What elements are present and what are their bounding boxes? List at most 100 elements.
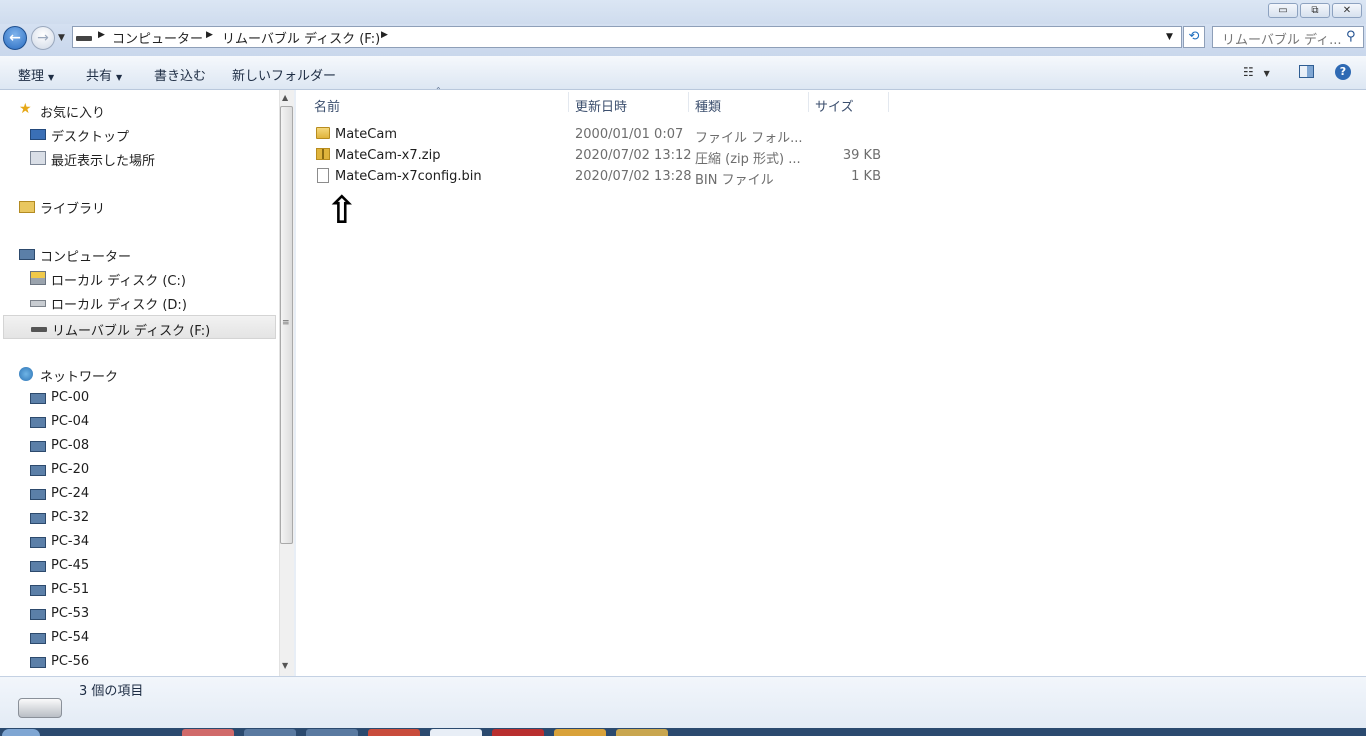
- star-icon: ★: [19, 101, 32, 117]
- nav-favorites[interactable]: ★ お気に入り: [0, 98, 276, 122]
- taskbar-item[interactable]: [492, 729, 544, 736]
- file-row[interactable]: MateCam-x7.zip 2020/07/02 13:12 圧縮 (zip …: [310, 145, 890, 167]
- nav-recent-places[interactable]: 最近表示した場所: [0, 146, 276, 170]
- nav-favorites-label: お気に入り: [40, 106, 106, 121]
- column-divider[interactable]: [688, 92, 689, 112]
- back-button[interactable]: ←: [3, 26, 27, 50]
- network-computer-icon: [30, 633, 46, 644]
- breadcrumb-separator[interactable]: ▶: [98, 30, 105, 40]
- nav-desktop[interactable]: デスクトップ: [0, 122, 276, 146]
- column-divider[interactable]: [808, 92, 809, 112]
- network-icon: [19, 367, 33, 381]
- nav-network-pc[interactable]: PC-24: [0, 482, 276, 506]
- file-date: 2020/07/02 13:28: [575, 169, 692, 184]
- nav-drive-f[interactable]: リムーバブル ディスク (F:): [3, 315, 276, 339]
- annotation-arrow-icon: ⇧: [326, 188, 358, 232]
- file-name: MateCam: [335, 127, 397, 142]
- file-row[interactable]: MateCam-x7config.bin 2020/07/02 13:28 BI…: [310, 166, 890, 188]
- nav-network-pc[interactable]: PC-04: [0, 410, 276, 434]
- column-divider[interactable]: [888, 92, 889, 112]
- nav-network-pc[interactable]: PC-56: [0, 650, 276, 674]
- system-drive-icon: [30, 271, 46, 285]
- refresh-button[interactable]: ⟲: [1183, 26, 1205, 48]
- nav-network[interactable]: ネットワーク: [0, 362, 276, 386]
- nav-network-pc[interactable]: PC-32: [0, 506, 276, 530]
- breadcrumb-removable-disk[interactable]: リムーバブル ディスク (F:): [222, 28, 380, 47]
- recent-pages-dropdown[interactable]: ▼: [58, 33, 65, 43]
- nav-network-pc[interactable]: PC-00: [0, 386, 276, 410]
- nav-drive-d[interactable]: ローカル ディスク (D:): [0, 290, 276, 314]
- nav-network-pc[interactable]: PC-54: [0, 626, 276, 650]
- new-folder-button[interactable]: 新しいフォルダー: [232, 65, 336, 84]
- taskbar-item[interactable]: [554, 729, 606, 736]
- nav-libraries[interactable]: ライブラリ: [0, 194, 276, 218]
- nav-network-pc-label: PC-53: [51, 606, 90, 621]
- maximize-button[interactable]: ⧉: [1300, 3, 1330, 18]
- scrollbar-grip: ≡: [282, 318, 290, 328]
- network-computer-icon: [30, 561, 46, 572]
- close-button[interactable]: ✕: [1332, 3, 1362, 18]
- nav-network-label: ネットワーク: [40, 370, 119, 385]
- taskbar-item[interactable]: [306, 729, 358, 736]
- nav-network-pc[interactable]: PC-20: [0, 458, 276, 482]
- minimize-button[interactable]: ▭: [1268, 3, 1298, 18]
- help-icon[interactable]: ?: [1335, 64, 1351, 80]
- nav-network-pc-label: PC-00: [51, 390, 90, 405]
- nav-network-pc[interactable]: PC-51: [0, 578, 276, 602]
- file-row[interactable]: MateCam 2000/01/01 0:07 ファイル フォル...: [310, 124, 890, 146]
- share-button[interactable]: 共有 ▼: [86, 65, 122, 84]
- zip-folder-icon: [316, 148, 330, 160]
- view-options-icon[interactable]: ☷ ▼: [1243, 65, 1270, 79]
- nav-network-pc[interactable]: PC-34: [0, 530, 276, 554]
- network-computer-icon: [30, 513, 46, 524]
- drive-icon: [76, 36, 92, 41]
- address-dropdown[interactable]: ▼: [1166, 32, 1173, 42]
- column-header-size[interactable]: サイズ: [815, 96, 854, 115]
- nav-drive-c[interactable]: ローカル ディスク (C:): [0, 266, 276, 290]
- taskbar-item[interactable]: [182, 729, 234, 736]
- network-computer-icon: [30, 585, 46, 596]
- column-header-type[interactable]: 種類: [695, 96, 721, 115]
- nav-network-pc[interactable]: PC-08: [0, 434, 276, 458]
- computer-icon: [19, 249, 35, 260]
- nav-network-pc[interactable]: PC-45: [0, 554, 276, 578]
- nav-desktop-label: デスクトップ: [51, 130, 130, 145]
- taskbar-item[interactable]: [368, 729, 420, 736]
- search-icon[interactable]: ⚲: [1346, 29, 1356, 44]
- file-type: BIN ファイル: [695, 173, 774, 188]
- nav-network-pc-label: PC-45: [51, 558, 90, 573]
- burn-button[interactable]: 書き込む: [154, 65, 206, 84]
- file-type: 圧縮 (zip 形式) ...: [695, 152, 801, 167]
- share-label: 共有: [86, 69, 113, 84]
- preview-pane-icon[interactable]: [1299, 65, 1314, 78]
- title-bar: [0, 0, 1366, 24]
- removable-drive-large-icon: [18, 698, 62, 718]
- taskbar-item[interactable]: [616, 729, 668, 736]
- nav-network-pc[interactable]: PC-53: [0, 602, 276, 626]
- file-name: MateCam-x7config.bin: [335, 169, 482, 184]
- scroll-up-arrow[interactable]: ▲: [282, 93, 288, 102]
- network-computer-icon: [30, 657, 46, 668]
- scroll-down-arrow[interactable]: ▼: [282, 661, 288, 670]
- column-divider[interactable]: [568, 92, 569, 112]
- nav-computer[interactable]: コンピューター: [0, 242, 276, 266]
- nav-network-pc-label: PC-08: [51, 438, 90, 453]
- item-count: 3 個の項目: [79, 684, 144, 699]
- column-header-date[interactable]: 更新日時: [575, 96, 627, 115]
- pane-splitter[interactable]: [294, 90, 296, 676]
- forward-button[interactable]: →: [31, 26, 55, 50]
- network-computer-icon: [30, 489, 46, 500]
- hard-drive-icon: [30, 300, 46, 307]
- nav-drive-f-label: リムーバブル ディスク (F:): [52, 324, 211, 339]
- column-header-name[interactable]: 名前: [314, 96, 340, 115]
- network-computer-icon: [30, 465, 46, 476]
- breadcrumb-separator[interactable]: ▶: [206, 30, 213, 40]
- network-computer-icon: [30, 609, 46, 620]
- taskbar-item[interactable]: [430, 729, 482, 736]
- file-icon: [317, 168, 329, 183]
- breadcrumb-separator[interactable]: ▶: [381, 30, 388, 40]
- taskbar-item[interactable]: [244, 729, 296, 736]
- breadcrumb-computer[interactable]: コンピューター: [112, 28, 203, 47]
- organize-button[interactable]: 整理 ▼: [18, 65, 54, 84]
- start-button[interactable]: [2, 729, 40, 736]
